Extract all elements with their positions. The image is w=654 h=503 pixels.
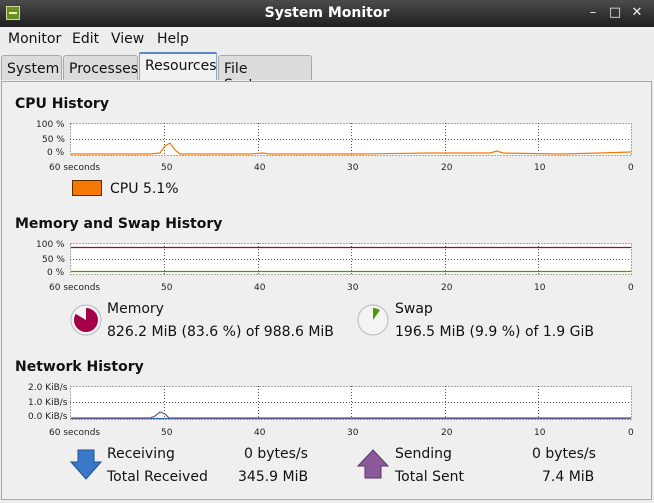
sending-arrow-icon [356, 449, 390, 479]
memory-graph [70, 243, 632, 275]
cpu-graph [70, 123, 632, 156]
receiving-arrow-icon [69, 449, 103, 480]
swap-pie-icon[interactable] [357, 304, 389, 336]
memory-pie-icon[interactable] [70, 304, 102, 336]
network-graph [70, 386, 632, 420]
graphs-layer [69, 123, 632, 480]
